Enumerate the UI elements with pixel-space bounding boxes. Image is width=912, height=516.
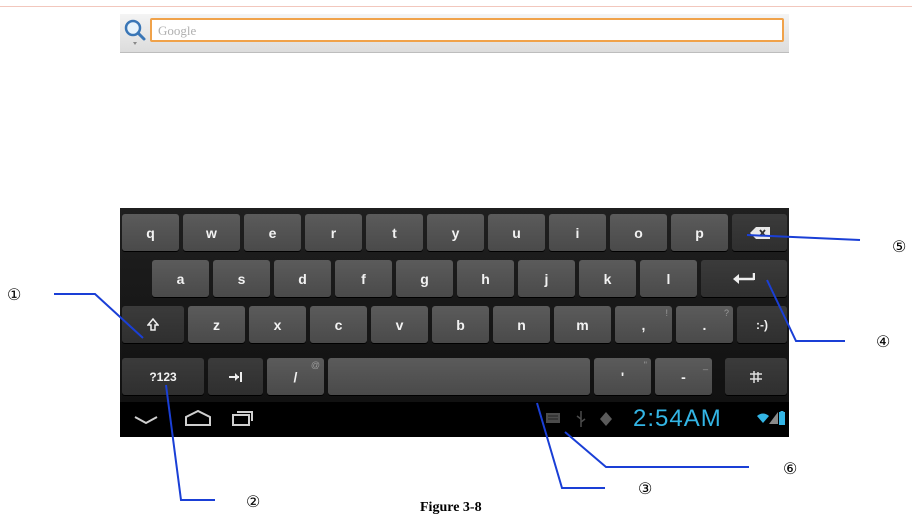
- annotation-2: ②: [246, 494, 261, 511]
- callout-line-6: [564, 431, 749, 468]
- annotation-1: ①: [7, 287, 22, 304]
- callout-line-3: [536, 402, 605, 489]
- figure-caption: Figure 3-8: [420, 500, 482, 515]
- callout-line-4: [766, 279, 845, 342]
- callout-line-2: [165, 384, 215, 501]
- annotation-3: ③: [638, 481, 653, 498]
- annotation-5: ⑤: [892, 239, 907, 256]
- callout-line-1: [54, 293, 144, 339]
- annotation-6: ⑥: [783, 461, 798, 478]
- callout-lines: [54, 234, 861, 501]
- callout-line-5: [746, 234, 861, 241]
- annotation-4: ④: [876, 334, 891, 351]
